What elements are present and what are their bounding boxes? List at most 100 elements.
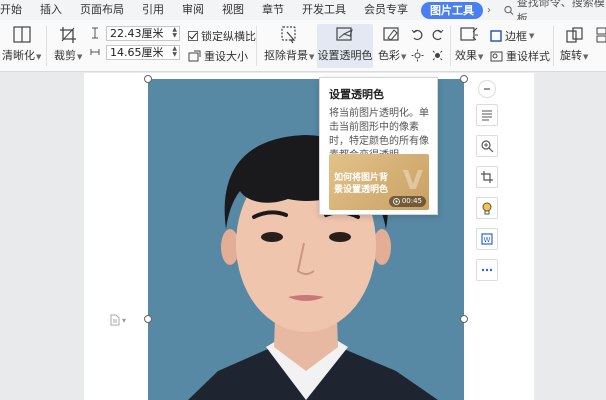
- caret-down-icon: ▼: [478, 53, 484, 61]
- stepper-icon[interactable]: ▲ ▼: [172, 46, 177, 58]
- color-icon: [383, 27, 399, 41]
- more-dots-icon: [481, 268, 493, 272]
- caret-down-icon: ▼: [401, 53, 407, 61]
- set-transparent-color-tooltip: 设置透明色 将当前图片透明化。单击当前图形中的像素时，特定颜色的所有像素都会变得…: [319, 77, 438, 215]
- video-duration: 00:45: [401, 197, 422, 205]
- remove-background-button[interactable]: 抠除背景▼: [264, 26, 314, 63]
- tab-page-layout[interactable]: 页面布局: [71, 0, 133, 20]
- rotate-button[interactable]: 旋转▼: [560, 26, 588, 63]
- caret-down-icon: ▼: [309, 53, 315, 61]
- lightbulb-icon: [482, 202, 492, 215]
- border-button[interactable]: 边框 ▼: [490, 28, 534, 44]
- chevron-right-icon[interactable]: ›: [487, 5, 498, 16]
- crop-label: 裁剪: [54, 49, 76, 62]
- width-value: 22.43厘米: [110, 27, 164, 40]
- reset-style-icon: [490, 51, 503, 62]
- tab-developer[interactable]: 开发工具: [293, 0, 355, 20]
- brightness-down-icon[interactable]: [431, 49, 444, 62]
- minus-icon: [484, 88, 490, 90]
- tab-picture-tools[interactable]: 图片工具: [421, 1, 483, 19]
- lock-ratio-label: 锁定纵横比: [201, 30, 256, 43]
- video-duration-badge: 00:45: [388, 196, 426, 207]
- caret-down-icon: ▾: [122, 315, 127, 325]
- divider: [46, 26, 47, 66]
- transparent-color-icon: [336, 27, 353, 41]
- video-watermark-shape: V: [402, 166, 423, 196]
- video-caption: 如何将图片背景设置透明色: [334, 173, 389, 195]
- layout-options-button[interactable]: [476, 104, 498, 126]
- tab-member[interactable]: 会员专享: [355, 0, 417, 20]
- sharpen-icon: [13, 26, 31, 43]
- reset-size-icon: [188, 50, 201, 62]
- reset-style-label: 重设样式: [506, 50, 550, 63]
- effects-label: 效果: [455, 49, 477, 62]
- resize-handle-top-left[interactable]: [144, 75, 152, 83]
- resize-handle-middle-left[interactable]: [144, 315, 152, 323]
- height-value: 14.65厘米: [110, 46, 164, 59]
- color-button[interactable]: 色彩▼: [378, 26, 406, 63]
- width-dimension-icon: [90, 49, 100, 55]
- tab-view[interactable]: 视图: [213, 0, 253, 20]
- paragraph-layout-icon[interactable]: ▾: [110, 314, 126, 326]
- height-dimension-icon: [92, 27, 98, 39]
- smart-suggest-button[interactable]: [476, 197, 498, 219]
- play-icon: [392, 198, 400, 205]
- set-transparent-color-label: 设置透明色: [317, 49, 373, 62]
- zoom-picture-button[interactable]: [476, 135, 498, 157]
- remove-background-label: 抠除背景: [264, 49, 308, 62]
- resize-handle-top-right[interactable]: [460, 75, 468, 83]
- width-input[interactable]: 22.43厘米 ▲ ▼: [106, 26, 180, 41]
- reset-style-button[interactable]: 重设样式: [490, 48, 550, 64]
- divider: [553, 26, 554, 66]
- checkbox-checked-icon: [188, 31, 198, 41]
- menu-bar: 开始 插入 页面布局 引用 审阅 视图 章节 开发工具 会员专享 图片工具 › …: [0, 0, 606, 25]
- caret-down-icon: ▼: [583, 53, 589, 61]
- text-wrap-icon: [482, 110, 492, 121]
- tab-chapter[interactable]: 章节: [253, 0, 293, 20]
- resize-handle-middle-right[interactable]: [460, 315, 468, 323]
- divider: [450, 26, 451, 66]
- set-transparent-color-button[interactable]: 设置透明色: [317, 24, 373, 68]
- lock-ratio-checkbox[interactable]: 锁定纵横比: [188, 28, 256, 44]
- image-to-text-icon: W: [481, 233, 493, 245]
- sharpen-label: 清晰化: [2, 49, 35, 62]
- tab-review[interactable]: 审阅: [173, 0, 213, 20]
- divider: [256, 26, 257, 66]
- ribbon-toolbar: 清晰化▼ 裁剪▼ 22.43厘米 ▲ ▼ 14.65厘米 ▲ ▼ 锁定纵横比 重设大…: [0, 20, 606, 72]
- more-options-button[interactable]: [476, 259, 498, 281]
- search-icon: [504, 5, 514, 15]
- stepper-icon[interactable]: ▲ ▼: [172, 27, 177, 39]
- crop-picture-button[interactable]: [476, 166, 498, 188]
- tooltip-title: 设置透明色: [329, 88, 384, 101]
- collapse-toolbar-button[interactable]: [478, 80, 496, 98]
- caret-down-icon: ▼: [529, 32, 535, 40]
- rotate-left-icon[interactable]: [411, 28, 424, 41]
- tab-insert[interactable]: 插入: [31, 0, 71, 20]
- rotate-label: 旋转: [560, 49, 582, 62]
- zoom-in-icon: [481, 140, 494, 153]
- border-label: 边框: [505, 30, 527, 43]
- reset-size-label: 重设大小: [204, 50, 248, 63]
- border-icon: [490, 30, 502, 42]
- caret-down-icon: ▼: [36, 53, 42, 61]
- tab-start[interactable]: 开始: [0, 0, 31, 20]
- height-input[interactable]: 14.65厘米 ▲ ▼: [106, 45, 180, 60]
- rotate-icon: [566, 27, 583, 43]
- picture-to-text-button[interactable]: W: [476, 228, 498, 250]
- crop-icon: [60, 27, 77, 43]
- sharpen-button[interactable]: 清晰化▼: [2, 26, 41, 63]
- remove-background-icon: [281, 26, 296, 44]
- crop-icon: [481, 171, 493, 183]
- effects-icon: [460, 27, 479, 41]
- svg-text:W: W: [484, 236, 491, 244]
- rotate-right-icon[interactable]: [431, 28, 444, 41]
- tab-references[interactable]: 引用: [133, 0, 173, 20]
- crop-button[interactable]: 裁剪▼: [54, 26, 82, 63]
- effects-button[interactable]: 效果▼: [455, 26, 483, 63]
- reset-size-button[interactable]: 重设大小: [188, 48, 248, 64]
- caret-down-icon: ▼: [77, 53, 83, 61]
- align-icon[interactable]: [596, 26, 606, 44]
- tutorial-video-thumbnail[interactable]: V 如何将图片背景设置透明色 00:45: [329, 154, 429, 210]
- brightness-up-icon[interactable]: [411, 49, 424, 62]
- color-label: 色彩: [378, 49, 400, 62]
